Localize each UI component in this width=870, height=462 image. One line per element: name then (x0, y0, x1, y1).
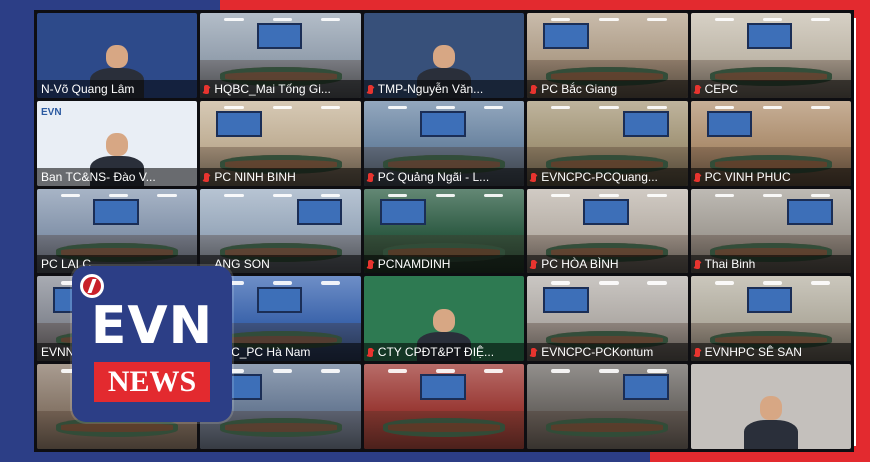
video-tile[interactable]: EVNHPC SÊ SAN (690, 276, 851, 362)
mic-muted-icon (531, 172, 537, 182)
video-tile[interactable]: CTY CPĐT&PT ĐIỆ... (363, 276, 525, 362)
video-tile[interactable]: TMP-Nguyễn Văn... (363, 13, 525, 98)
participant-name: PC Bắc Giang (541, 81, 618, 96)
participant-name-label: TMP-Nguyễn Văn... (363, 79, 525, 98)
mic-muted-icon (531, 260, 537, 270)
participant-name: PCNAMDINH (377, 257, 451, 272)
participant-name-label: CEPC (690, 79, 851, 98)
mic-muted-icon (204, 84, 210, 94)
logo-word: NEWS (94, 362, 210, 402)
participant-name-label: EVNCPC-PCQuang... (527, 167, 688, 186)
video-tile[interactable]: HQBC_Mai Tống Gi... (200, 13, 361, 98)
participant-name-label: PC Bắc Giang (527, 79, 688, 98)
video-feed (691, 364, 851, 449)
mic-muted-icon (367, 84, 373, 94)
video-tile[interactable]: PC HÒA BÌNH (527, 188, 688, 274)
logo-brand: EVN (90, 296, 214, 356)
participant-name: EVNCPC-PCQuang... (541, 169, 658, 184)
video-tile[interactable] (363, 364, 525, 449)
video-tile[interactable]: Thai Binh (690, 188, 851, 274)
video-tile[interactable]: EVNCPC-PCQuang... (527, 100, 688, 186)
participant-name-label: Thai Binh (690, 255, 851, 274)
video-tile[interactable]: EVNCPC-PCKontum (527, 276, 688, 362)
video-tile[interactable]: PC Quảng Ngãi - L... (363, 100, 525, 186)
video-feed (527, 364, 688, 449)
evn-wall-logo: EVN (41, 106, 62, 118)
participant-name: CEPC (704, 81, 738, 96)
participant-name: HQBC_Mai Tống Gi... (214, 81, 331, 96)
mic-muted-icon (694, 260, 700, 270)
participant-name: Thai Binh (704, 257, 756, 272)
participant-name: PC VINH PHUC (704, 169, 791, 184)
mic-muted-icon (531, 348, 537, 358)
video-tile[interactable]: N-Võ Quang Lâm (37, 13, 198, 98)
video-tile[interactable]: PC VINH PHUC (690, 100, 851, 186)
video-tile[interactable]: CEPC (690, 13, 851, 98)
video-tile[interactable]: PC NINH BINH (200, 100, 361, 186)
participant-name-label: PCNAMDINH (363, 255, 525, 274)
participant-name-label: PC NINH BINH (200, 167, 361, 186)
video-feed (363, 364, 525, 449)
mic-muted-icon (367, 172, 373, 182)
evn-emblem-icon (80, 274, 104, 298)
participant-name: Ban TC&NS- Đào V... (41, 169, 156, 184)
mic-muted-icon (367, 260, 373, 270)
participant-name-label: N-Võ Quang Lâm (37, 79, 198, 98)
mic-muted-icon (531, 84, 537, 94)
video-tile[interactable] (527, 364, 688, 449)
participant-name-label: Ban TC&NS- Đào V... (37, 167, 198, 186)
participant-name: N-Võ Quang Lâm (41, 81, 135, 96)
mic-muted-icon (694, 172, 700, 182)
participant-avatar (743, 396, 799, 449)
participant-name: PC Quảng Ngãi - L... (377, 169, 490, 184)
participant-name: CTY CPĐT&PT ĐIỆ... (377, 345, 495, 360)
participant-name: EVNHPC SÊ SAN (704, 345, 802, 360)
video-tile[interactable]: PC LAI C... (37, 188, 198, 274)
video-tile[interactable]: PC Bắc Giang (527, 13, 688, 98)
video-tile[interactable]: ...ANG SON (200, 188, 361, 274)
participant-name-label: EVNHPC SÊ SAN (690, 343, 851, 362)
video-tile[interactable]: EVN Ban TC&NS- Đào V... (37, 100, 198, 186)
video-tile[interactable]: PCNAMDINH (363, 188, 525, 274)
participant-name-label: PC HÒA BÌNH (527, 255, 688, 274)
participant-name-label: CTY CPĐT&PT ĐIỆ... (363, 343, 525, 362)
participant-name-label: EVNCPC-PCKontum (527, 343, 688, 362)
red-frame-right (856, 0, 870, 462)
participant-name-label: PC Quảng Ngãi - L... (363, 167, 525, 186)
participant-name-label: HQBC_Mai Tống Gi... (200, 79, 361, 98)
mic-muted-icon (204, 172, 210, 182)
participant-name: TMP-Nguyễn Văn... (377, 81, 484, 96)
mic-muted-icon (367, 348, 373, 358)
participant-name: EVNCPC-PCKontum (541, 345, 654, 360)
mic-muted-icon (694, 348, 700, 358)
participant-name-label: PC VINH PHUC (690, 167, 851, 186)
video-tile[interactable] (690, 364, 851, 449)
participant-name: PC NINH BINH (214, 169, 296, 184)
evn-news-logo: EVN NEWS (72, 266, 232, 422)
participant-name: PC HÒA BÌNH (541, 257, 619, 272)
mic-muted-icon (694, 84, 700, 94)
